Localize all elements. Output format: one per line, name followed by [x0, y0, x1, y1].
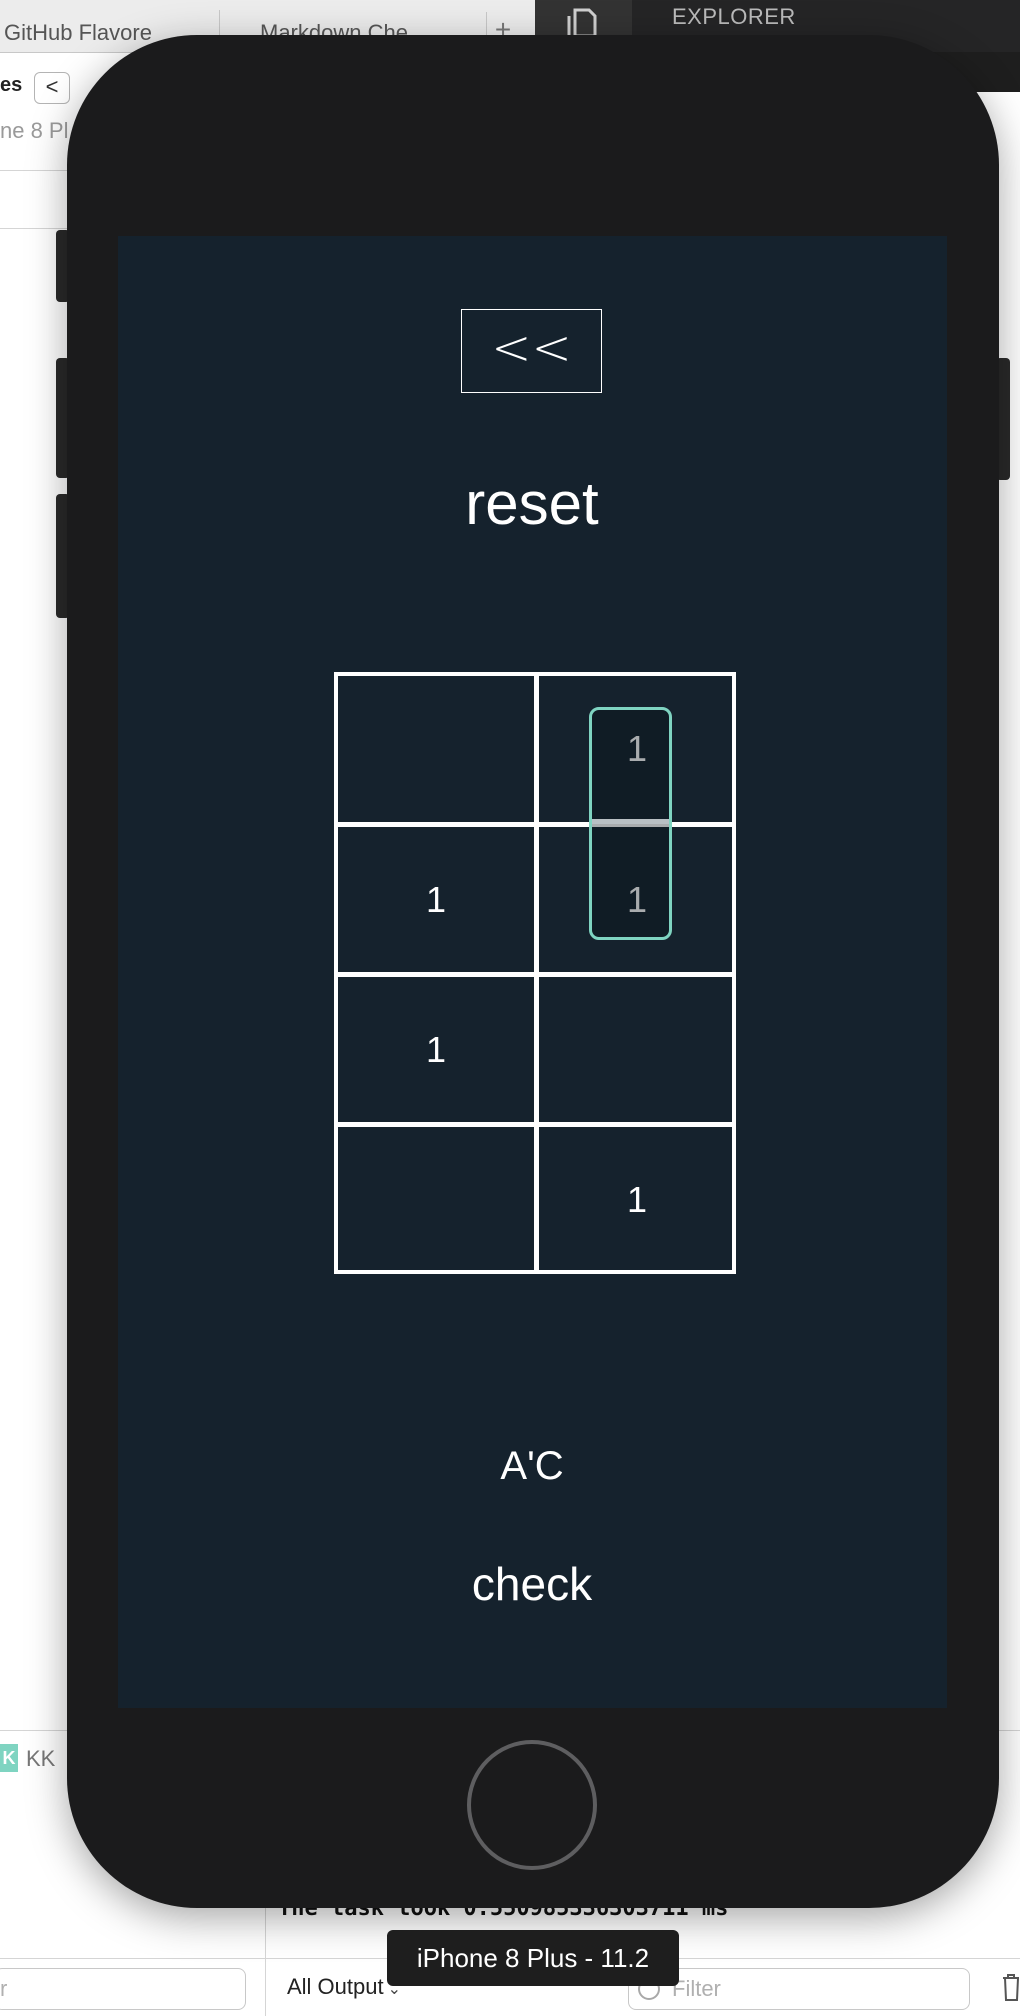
target-label: KK: [26, 1746, 56, 1771]
explorer-title: EXPLORER: [672, 4, 796, 29]
back-button[interactable]: <<: [461, 309, 602, 393]
variables-filter-field[interactable]: [0, 1968, 246, 2010]
kmap-cell[interactable]: 1: [539, 1127, 735, 1273]
reset-button[interactable]: reset: [382, 464, 682, 544]
boolean-expression: A'C: [500, 1444, 564, 1488]
kmap-cell[interactable]: 1: [338, 977, 534, 1123]
kmap-cell[interactable]: 1: [338, 827, 534, 973]
output-selector[interactable]: All Output ⌄: [287, 1974, 401, 2000]
output-selector-label: All Output: [287, 1974, 384, 1999]
scheme-device-label[interactable]: ne 8 Pl: [0, 118, 69, 144]
trash-icon[interactable]: [1000, 1972, 1020, 2002]
home-button[interactable]: [467, 1740, 597, 1870]
variables-filter-placeholder: r: [0, 1976, 8, 2001]
kmap-cell[interactable]: [338, 676, 534, 822]
check-button[interactable]: check: [382, 1544, 682, 1624]
navigator-label: es: [0, 74, 23, 96]
app-screen: << reset 1 1 1 1 1 A'C check: [118, 236, 947, 1708]
navigator-back-button[interactable]: <: [34, 72, 70, 104]
target-badge: K: [0, 1744, 18, 1772]
device-tooltip: iPhone 8 Plus - 11.2: [387, 1930, 679, 1986]
console-filter-placeholder: Filter: [672, 1976, 721, 2001]
kmap-cell[interactable]: [539, 977, 735, 1123]
kmap-group-connector: [592, 819, 669, 824]
kmap-cell[interactable]: [338, 1127, 534, 1273]
karnaugh-map: 1 1 1 1 1: [334, 672, 736, 1274]
